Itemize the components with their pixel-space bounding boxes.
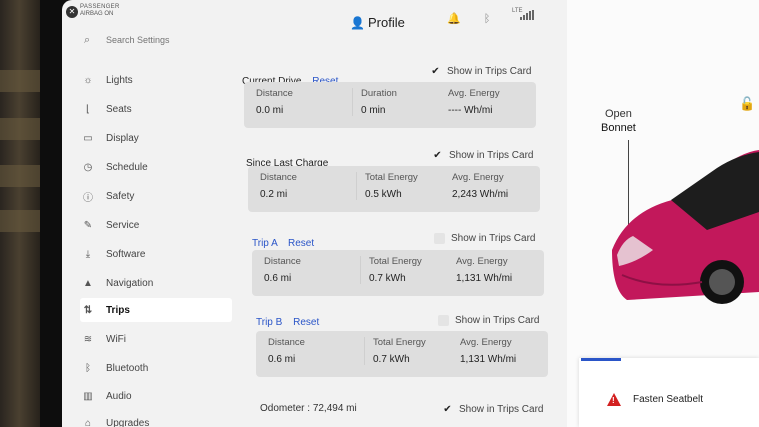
- profile-label: Profile: [368, 15, 405, 30]
- trip-b-show-toggle[interactable]: Show in Trips Card: [438, 315, 539, 326]
- sidebar-item-lights[interactable]: ☼ Lights: [80, 68, 230, 92]
- signal-strength-icon: [520, 10, 534, 20]
- seat-icon: ⌊: [86, 103, 90, 115]
- sidebar-item-software[interactable]: ⤓ Software: [80, 242, 230, 266]
- passenger-airbag-indicator: ✕ PASSENGER AIRBAG ON: [66, 4, 122, 24]
- search-icon: ⌕: [84, 34, 91, 46]
- airbag-icon: ✕: [66, 6, 78, 18]
- sidebar-item-navigation[interactable]: ▲ Navigation: [80, 271, 230, 295]
- current-drive-card: Distance 0.0 mi Duration 0 min Avg. Energy…: [244, 82, 536, 128]
- trip-b-title: Trip B Reset: [256, 317, 320, 328]
- sidebar-item-trips[interactable]: ⇅ Trips: [80, 298, 232, 322]
- search-bar[interactable]: ⌕: [84, 34, 314, 52]
- wifi-icon: ≋: [83, 333, 93, 345]
- trip-a-show-toggle[interactable]: Show in Trips Card: [434, 233, 535, 244]
- person-icon: 👤: [350, 16, 365, 30]
- navigation-arrow-icon: ▲: [83, 277, 93, 289]
- checkmark-icon[interactable]: ✔: [432, 150, 443, 161]
- trip-a-title: Trip A Reset: [252, 238, 315, 249]
- display-icon: ▭: [83, 132, 93, 144]
- settings-panel: ✕ PASSENGER AIRBAG ON 👤 Profile 🔔 ᛒ LTE …: [62, 0, 567, 427]
- download-icon: ⤓: [85, 248, 91, 260]
- bluetooth-icon: ᛒ: [85, 362, 91, 374]
- since-charge-card: Distance 0.2 mi Total Energy 0.5 kWh Avg. …: [248, 166, 540, 212]
- wrench-icon: ✎: [83, 219, 93, 231]
- sidebar-item-safety[interactable]: ⓘ Safety: [80, 184, 230, 208]
- sidebar-item-seats[interactable]: ⌊ Seats: [80, 97, 230, 121]
- sidebar-item-upgrades[interactable]: ⌂ Upgrades: [80, 411, 230, 427]
- checkmark-icon[interactable]: ✔: [430, 66, 441, 77]
- upgrades-icon: ⌂: [84, 417, 92, 427]
- trip-a-reset-button[interactable]: Reset: [288, 238, 314, 249]
- sidebar-item-bluetooth[interactable]: ᛒ Bluetooth: [80, 356, 230, 380]
- trip-b-reset-button[interactable]: Reset: [293, 317, 319, 328]
- odometer: Odometer : 72,494 mi: [260, 403, 357, 414]
- top-bar: ✕ PASSENGER AIRBAG ON 👤 Profile 🔔 ᛒ LTE: [62, 0, 567, 32]
- trip-b-card: Distance 0.6 mi Total Energy 0.7 kWh Avg. …: [256, 331, 548, 377]
- current-drive-show-toggle[interactable]: ✔ Show in Trips Card: [430, 66, 531, 77]
- car-view: Open Bonnet 🔓 ! Fasten Seatbelt: [567, 0, 759, 427]
- audio-icon: ▥: [83, 390, 93, 402]
- bell-icon[interactable]: 🔔: [447, 13, 461, 25]
- sun-icon: ☼: [83, 74, 93, 86]
- since-charge-show-toggle[interactable]: ✔ Show in Trips Card: [432, 150, 533, 161]
- trip-a-card: Distance 0.6 mi Total Energy 0.7 kWh Avg. …: [252, 250, 544, 296]
- profile-button[interactable]: 👤 Profile: [350, 15, 405, 30]
- sidebar-item-service[interactable]: ✎ Service: [80, 213, 230, 237]
- info-icon: ⓘ: [83, 192, 93, 204]
- search-input[interactable]: [104, 34, 308, 46]
- sidebar-item-schedule[interactable]: ◷ Schedule: [80, 155, 230, 179]
- warning-icon: !: [607, 393, 621, 406]
- checkmark-icon[interactable]: ✔: [442, 404, 453, 415]
- sidebar-item-wifi[interactable]: ≋ WiFi: [80, 327, 230, 351]
- odometer-show-toggle[interactable]: ✔ Show in Trips Card: [442, 404, 543, 415]
- trips-icon: ⇅: [83, 304, 93, 316]
- bluetooth-status-icon[interactable]: ᛒ: [484, 13, 491, 25]
- checkbox-empty-icon[interactable]: [438, 315, 449, 326]
- sidebar-item-display[interactable]: ▭ Display: [80, 126, 230, 150]
- seatbelt-alert: ! Fasten Seatbelt: [579, 358, 759, 427]
- checkbox-empty-icon[interactable]: [434, 233, 445, 244]
- sidebar-item-audio[interactable]: ▥ Audio: [80, 384, 230, 408]
- clock-icon: ◷: [83, 161, 93, 173]
- alert-progress-bar: [581, 358, 621, 361]
